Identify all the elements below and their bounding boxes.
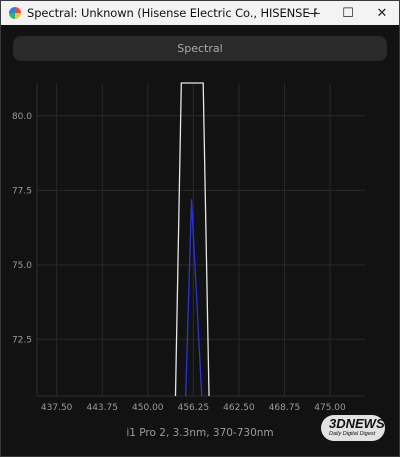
window-controls: — ☐ ✕ [297,1,399,25]
spectral-button[interactable]: Spectral [13,36,387,61]
y-tick-label: 80.0 [12,112,32,122]
watermark-tagline: Daily Digital Digest [329,431,376,437]
x-tick-label: 468.75 [269,403,301,413]
maximize-button[interactable]: ☐ [331,1,365,25]
app-logo-icon [9,7,21,19]
close-button[interactable]: ✕ [365,1,399,25]
spectral-window: Spectral: Unknown (Hisense Electric Co.,… [0,0,400,457]
minimize-button[interactable]: — [297,1,331,25]
y-tick-label: 75.0 [12,261,32,271]
x-tick-label: 450.00 [132,403,164,413]
x-tick-label: 443.75 [86,403,118,413]
white-series-line [174,82,210,397]
spectral-chart: 437.50 443.75 450.00 456.25 462.50 468.75 475.… [12,82,365,413]
title-bar[interactable]: Spectral: Unknown (Hisense Electric Co.,… [1,1,399,25]
watermark-brand: 3DNEWS [329,416,385,431]
x-tick-label: 456.25 [178,403,210,413]
x-tick-label: 475.00 [314,403,346,413]
y-tick-label: 77.5 [12,186,32,196]
x-tick-label: 437.50 [41,403,73,413]
watermark-logo: 3DNEWS Daily Digital Digest [321,415,385,441]
y-tick-label: 72.5 [12,335,32,345]
window-title: Spectral: Unknown (Hisense Electric Co.,… [27,6,317,20]
x-tick-label: 462.50 [223,403,255,413]
